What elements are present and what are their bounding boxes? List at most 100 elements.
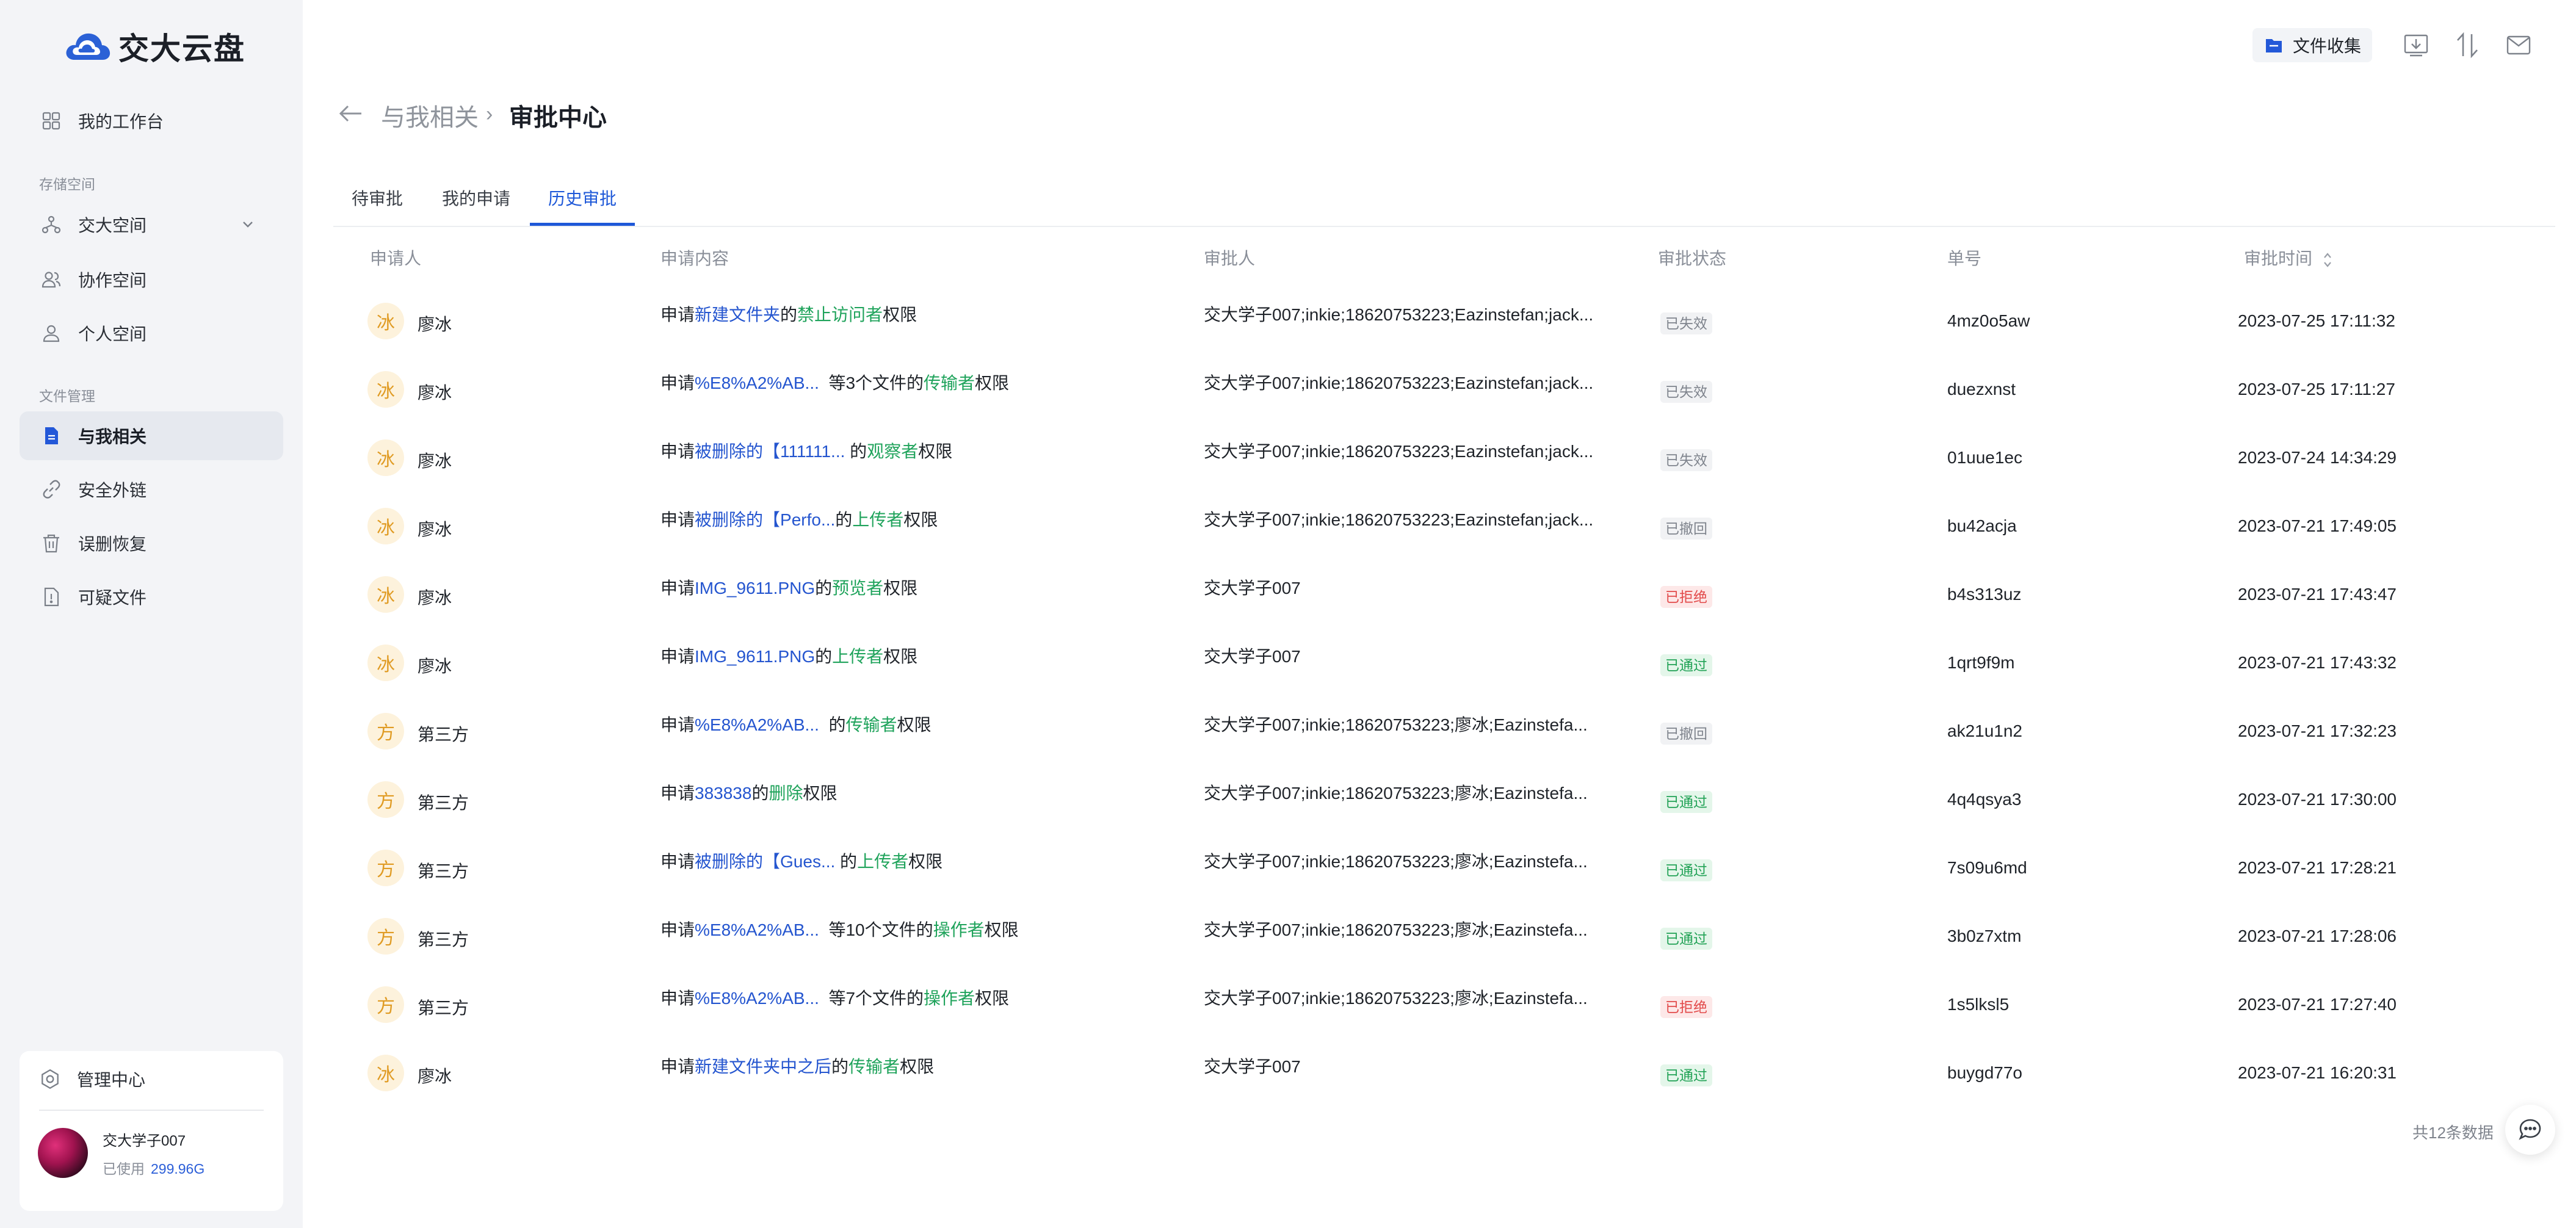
sidebar-item-jiaoda-space[interactable]: 交大空间 xyxy=(20,200,283,249)
order-number: 4mz0o5aw xyxy=(1947,311,2030,330)
table-row[interactable]: 冰廖冰 申请新建文件夹中之后的传输者权限 交大学子007 已通过 buygd77o 202… xyxy=(333,1036,2555,1105)
request-content: 申请IMG_9611.PNG的上传者权限 xyxy=(660,643,917,668)
mail-icon[interactable] xyxy=(2505,32,2532,59)
request-content: 申请%E8%A2%AB... 等7个文件的操作者权限 xyxy=(660,985,1009,1009)
sidebar-item-suspicious[interactable]: 可疑文件 xyxy=(20,572,283,621)
request-target-link[interactable]: 383838 xyxy=(695,784,751,803)
column-approval-time[interactable]: 审批时间 xyxy=(2244,245,2333,270)
sidebar-item-related[interactable]: 与我相关 xyxy=(20,411,283,460)
order-number: 7s09u6md xyxy=(1947,858,2027,877)
request-prefix: 申请 xyxy=(660,989,695,1008)
applicant-name: 廖冰 xyxy=(418,452,452,471)
applicant-avatar: 冰 xyxy=(367,439,404,476)
tab-pending[interactable]: 待审批 xyxy=(333,187,421,226)
request-target-link[interactable]: 新建文件夹中之后 xyxy=(695,1057,831,1076)
request-role: 上传者 xyxy=(857,852,909,871)
app-logo[interactable]: 交大云盘 xyxy=(62,26,245,67)
table-row[interactable]: 方第三方 申请被删除的【Gues... 的上传者权限 交大学子007;inkie;1… xyxy=(333,831,2555,900)
status-badge: 已通过 xyxy=(1660,654,1712,676)
breadcrumb-parent[interactable]: 与我相关 xyxy=(381,98,479,133)
request-middle: 的 xyxy=(815,647,833,666)
total-count: 共12条数据 xyxy=(2412,1124,2494,1142)
sidebar-item-recovery[interactable]: 误删恢复 xyxy=(20,519,283,568)
request-middle: 的 xyxy=(845,442,867,461)
request-middle: 等3个文件的 xyxy=(819,374,924,392)
approval-time: 2023-07-21 17:30:00 xyxy=(2238,790,2397,809)
request-suffix: 权限 xyxy=(803,784,838,803)
transfer-icon[interactable] xyxy=(2454,32,2481,59)
request-prefix: 申请 xyxy=(660,305,695,324)
tab-history[interactable]: 历史审批 xyxy=(530,187,635,226)
status-badge: 已通过 xyxy=(1660,928,1712,950)
sidebar-item-personal-space[interactable]: 个人空间 xyxy=(20,309,283,358)
request-prefix: 申请 xyxy=(660,920,695,939)
approval-time: 2023-07-25 17:11:32 xyxy=(2238,311,2395,330)
avatar[interactable] xyxy=(38,1128,88,1178)
approval-time: 2023-07-21 16:20:31 xyxy=(2238,1063,2397,1082)
request-role: 传输者 xyxy=(845,715,897,734)
request-target-link[interactable]: IMG_9611.PNG xyxy=(695,647,815,666)
approval-time: 2023-07-21 17:32:23 xyxy=(2238,721,2397,740)
user-card: 管理中心 交大学子007 已使用 299.96G xyxy=(20,1051,283,1211)
status-badge: 已拒绝 xyxy=(1660,586,1712,608)
request-target-link[interactable]: 新建文件夹 xyxy=(695,305,780,324)
approver-list: 交大学子007;inkie;18620753223;Eazinstefan;ja… xyxy=(1204,374,1594,392)
request-target-link[interactable]: %E8%A2%AB... xyxy=(695,374,819,392)
file-collection-button[interactable]: 文件收集 xyxy=(2252,28,2373,62)
table-row[interactable]: 方第三方 申请%E8%A2%AB... 的传输者权限 交大学子007;inkie;1… xyxy=(333,695,2555,763)
approver-list: 交大学子007 xyxy=(1204,1057,1301,1076)
request-suffix: 权限 xyxy=(918,442,953,461)
request-content: 申请被删除的【111111... 的观察者权限 xyxy=(660,438,952,463)
request-middle: 的 xyxy=(831,1057,849,1076)
order-number: buygd77o xyxy=(1947,1063,2023,1082)
download-icon[interactable] xyxy=(2403,32,2429,59)
user-name: 交大学子007 xyxy=(103,1132,186,1149)
table-row[interactable]: 方第三方 申请%E8%A2%AB... 等7个文件的操作者权限 交大学子007;in… xyxy=(333,968,2555,1036)
applicant-avatar: 方 xyxy=(367,986,404,1023)
request-content: 申请被删除的【Perfo...的上传者权限 xyxy=(660,507,938,531)
applicant-avatar: 冰 xyxy=(367,576,404,613)
grid-icon xyxy=(40,110,62,132)
table-row[interactable]: 冰廖冰 申请新建文件夹的禁止访问者权限 交大学子007;inkie;18620753… xyxy=(333,284,2555,353)
table-row[interactable]: 冰廖冰 申请被删除的【111111... 的观察者权限 交大学子007;inkie;… xyxy=(333,421,2555,489)
request-target-link[interactable]: 被删除的【Gues... xyxy=(695,852,835,871)
sort-icon[interactable] xyxy=(2322,251,2333,269)
request-target-link[interactable]: %E8%A2%AB... xyxy=(695,989,819,1008)
tab-my-requests[interactable]: 我的申请 xyxy=(424,187,529,226)
user-profile[interactable]: 交大学子007 已使用 299.96G xyxy=(38,1128,204,1178)
request-target-link[interactable]: 被删除的【Perfo... xyxy=(695,510,835,529)
applicant-name: 廖冰 xyxy=(418,520,452,539)
request-role: 上传者 xyxy=(832,647,884,666)
status-badge: 已撤回 xyxy=(1660,518,1712,540)
sidebar-item-collab-space[interactable]: 协作空间 xyxy=(20,255,283,304)
sidebar-item-secure-link[interactable]: 安全外链 xyxy=(20,465,283,514)
usage-label: 已使用 xyxy=(103,1160,145,1177)
request-prefix: 申请 xyxy=(660,1057,695,1076)
request-target-link[interactable]: 被删除的【111111... xyxy=(695,442,845,461)
chat-button[interactable] xyxy=(2505,1105,2555,1155)
table-row[interactable]: 冰廖冰 申请%E8%A2%AB... 等3个文件的传输者权限 交大学子007;ink… xyxy=(333,353,2555,421)
request-content: 申请%E8%A2%AB... 的传输者权限 xyxy=(660,712,931,736)
approver-list: 交大学子007;inkie;18620753223;廖冰;Eazinstefa.… xyxy=(1204,852,1588,871)
table-row[interactable]: 冰廖冰 申请IMG_9611.PNG的预览者权限 交大学子007 已拒绝 b4s313u… xyxy=(333,558,2555,626)
applicant-name: 第三方 xyxy=(418,725,469,744)
applicant-avatar: 方 xyxy=(367,918,404,955)
approver-list: 交大学子007;inkie;18620753223;Eazinstefan;ja… xyxy=(1204,442,1594,461)
request-target-link[interactable]: IMG_9611.PNG xyxy=(695,579,815,598)
person-icon xyxy=(40,322,62,344)
table-row[interactable]: 方第三方 申请383838的删除权限 交大学子007;inkie;186207532… xyxy=(333,763,2555,831)
table-row[interactable]: 冰廖冰 申请IMG_9611.PNG的上传者权限 交大学子007 已通过 1qrt9f9… xyxy=(333,626,2555,695)
table-row[interactable]: 冰廖冰 申请被删除的【Perfo...的上传者权限 交大学子007;inkie;18… xyxy=(333,489,2555,558)
table-row[interactable]: 方第三方 申请%E8%A2%AB... 等10个文件的操作者权限 交大学子007;i… xyxy=(333,900,2555,968)
admin-center-button[interactable]: 管理中心 xyxy=(20,1051,283,1107)
chevron-down-icon[interactable] xyxy=(239,216,256,233)
order-number: b4s313uz xyxy=(1947,585,2022,604)
sidebar-item-workbench[interactable]: 我的工作台 xyxy=(20,96,283,145)
request-target-link[interactable]: %E8%A2%AB... xyxy=(695,715,819,734)
back-arrow-icon[interactable] xyxy=(337,101,364,126)
approver-list: 交大学子007;inkie;18620753223;廖冰;Eazinstefa.… xyxy=(1204,784,1588,803)
request-target-link[interactable]: %E8%A2%AB... xyxy=(695,920,819,939)
approval-time: 2023-07-21 17:49:05 xyxy=(2238,516,2397,535)
column-approver: 审批人 xyxy=(1204,249,1256,268)
request-role: 观察者 xyxy=(867,442,919,461)
